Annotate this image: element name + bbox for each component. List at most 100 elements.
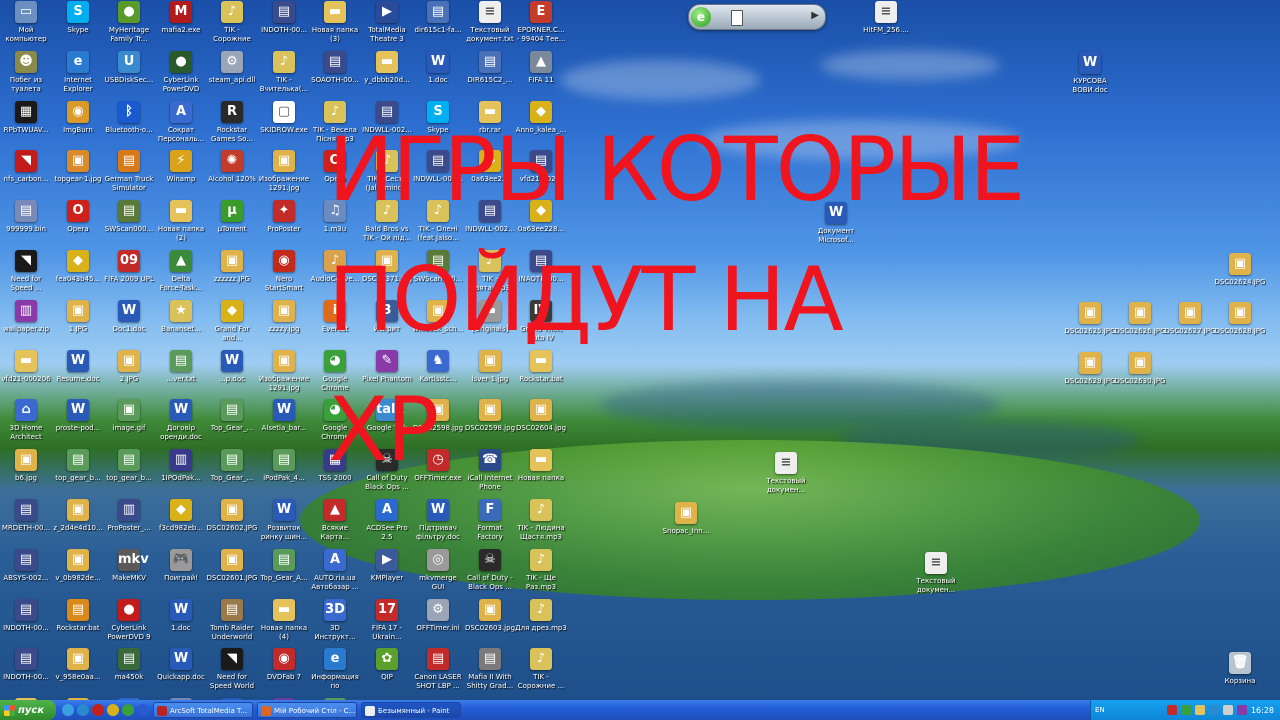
desktop-icon[interactable]: ▬ y_dbbb20d... bbox=[361, 51, 413, 99]
taskbar-task-paint[interactable]: Безымянный - Paint bbox=[361, 702, 461, 718]
desktop-icon[interactable]: ▢ SKIDROW.exe bbox=[258, 101, 310, 149]
desktop-icon[interactable]: ▣ DSC02628.JPG bbox=[1214, 302, 1266, 350]
desktop-icon[interactable]: ▤ iPodPak_4... bbox=[258, 449, 310, 497]
desktop-icon[interactable]: ▤ Tomb Raider Underworld bbox=[206, 599, 258, 647]
desktop-icon[interactable]: ◥ Need for Speed ... bbox=[0, 250, 52, 298]
desktop-icon[interactable]: ▣ Изображение 1291.jpg bbox=[258, 350, 310, 398]
desktop-icon[interactable]: ▤ dir615c1-fa... bbox=[412, 1, 464, 49]
desktop-icon[interactable]: ▣ zzzzy.jpg bbox=[258, 300, 310, 348]
desktop-icon[interactable]: ▲ Всякие Карта... bbox=[309, 499, 361, 547]
desktop-icon[interactable]: ◆ fea043b45... bbox=[52, 250, 104, 298]
desktop-icon[interactable]: ◆ Grand For and... bbox=[206, 300, 258, 348]
taskbar-task-arcsoft[interactable]: ArcSoft TotalMedia T... bbox=[153, 702, 253, 718]
desktop-icon[interactable]: ▥ ProPoster_... bbox=[103, 499, 155, 547]
desktop-icon[interactable]: ▤ ABSYS-002... bbox=[0, 549, 52, 597]
desktop-icon[interactable]: ⌂ 3D Home Architect bbox=[0, 399, 52, 447]
desktop-icon[interactable]: ● CyberLink PowerDVD 9 bbox=[103, 599, 155, 647]
desktop-icon[interactable]: ♪ TIK - Вчителька(... bbox=[258, 51, 310, 99]
desktop-icon[interactable]: ♪ TIK - Сорожние Пі... bbox=[206, 1, 258, 49]
tray-volume-icon[interactable] bbox=[1222, 705, 1233, 715]
desktop-icon[interactable]: mkv MakeMKV bbox=[103, 549, 155, 597]
folder-quicklaunch-icon[interactable] bbox=[107, 704, 119, 716]
desktop-icon[interactable]: ▤ top_gear_b... bbox=[103, 449, 155, 497]
desktop-icon[interactable]: ▤ German Truck Simulator bbox=[103, 150, 155, 198]
desktop-icon[interactable]: ● CyberLink PowerDVD bbox=[155, 51, 207, 99]
desktop-icon[interactable]: ▤ ...ver.txt bbox=[155, 350, 207, 398]
desktop-icon[interactable]: A AUTO.ria.ua Автобазар ... bbox=[309, 549, 361, 597]
desktop-icon[interactable]: ☻ Побег из туалета bbox=[0, 51, 52, 99]
desktop-icon[interactable]: ▤ INDOTH-00... bbox=[0, 648, 52, 696]
desktop-icon[interactable]: ♪ TIK - Сорожние ... bbox=[515, 648, 567, 696]
desktop-icon[interactable]: ▣ Изображение 1291.jpg bbox=[258, 150, 310, 198]
desktop-icon[interactable]: 09 FIFA 2009 UPL bbox=[103, 250, 155, 298]
desktop-icon[interactable]: ▤ SOAOTH-00... bbox=[309, 51, 361, 99]
desktop-icon[interactable]: W Договір оренди.doc bbox=[155, 399, 207, 447]
desktop-icon[interactable]: ▭ Мой компьютер bbox=[0, 1, 52, 49]
taskbar-task-my-desktop[interactable]: Мій Робочий Стіл - С... bbox=[257, 702, 357, 718]
desktop-icon[interactable]: ᛒ Bluetooth-о... bbox=[103, 101, 155, 149]
desktop-icon[interactable]: W Quickapp.doc bbox=[155, 648, 207, 696]
desktop-icon[interactable]: ≡ Текстовый документ.txt bbox=[464, 1, 516, 49]
desktop-icon[interactable]: ◉ DVDFab 7 bbox=[258, 648, 310, 696]
desktop-icon[interactable]: A Сократ Персональ... bbox=[155, 101, 207, 149]
desktop-icon[interactable]: Mmafia2.exe bbox=[155, 1, 207, 49]
clock[interactable]: 16:28 bbox=[1251, 706, 1274, 715]
desktop-icon[interactable]: ▤ Top_Gear_A... bbox=[258, 549, 310, 597]
desktop-icon[interactable]: ✦ ProPoster bbox=[258, 200, 310, 248]
desktop-icon[interactable]: ▦ RPbTWUAV... bbox=[0, 101, 52, 149]
desktop-icon[interactable]: ▶ TotalMedia Theatre 3 bbox=[361, 1, 413, 49]
desktop-icon[interactable]: W Розвиток ринку шин... bbox=[258, 499, 310, 547]
desktop-icon[interactable]: W 1.doc bbox=[155, 599, 207, 647]
desktop-icon[interactable]: ▶ KMPlayer bbox=[361, 549, 413, 597]
desktop-icon[interactable]: ⚡ Winamp bbox=[155, 150, 207, 198]
desktop-icon[interactable]: ◥ nfs_carbon... bbox=[0, 150, 52, 198]
desktop-icon[interactable]: ▣ DSC02624.JPG bbox=[1214, 253, 1266, 301]
desktop-icon[interactable]: ▣ topgear-1.jpg bbox=[52, 150, 104, 198]
desktop-icon[interactable]: ▤ Top_Gear_... bbox=[206, 449, 258, 497]
desktop[interactable]: ▭ Мой компьютер S Skype ● MyHeritage Family T… bbox=[0, 0, 1280, 700]
desktop-icon[interactable]: ≡ HitFM_256.... bbox=[860, 1, 912, 49]
desktop-icon[interactable]: ◉ ImgBurn bbox=[52, 101, 104, 149]
desktop-icon[interactable]: ▣ Snopac_Inn... bbox=[660, 502, 712, 550]
desktop-icon[interactable]: 3D 3D Инструкт... bbox=[309, 599, 361, 647]
ie-quicklaunch-icon[interactable] bbox=[62, 704, 74, 716]
desktop-icon[interactable]: ▲ FIFA 11 bbox=[515, 51, 567, 99]
chevron-right-icon[interactable]: ▶ bbox=[811, 10, 819, 21]
desktop-icon[interactable]: e Информация по активаци... bbox=[309, 648, 361, 696]
desktop-icon[interactable]: ◎ mkvmerge GUI bbox=[412, 549, 464, 597]
desktop-icon[interactable]: 🗑 Корзина bbox=[1214, 652, 1266, 700]
desktop-icon[interactable]: ▣ z_2d4e4d10... bbox=[52, 499, 104, 547]
tray-app-icon[interactable] bbox=[1166, 705, 1177, 715]
desktop-icon[interactable]: W КУРСОВА ВОВИ.doc bbox=[1064, 52, 1116, 100]
desktop-icon[interactable]: W 1.doc bbox=[412, 51, 464, 99]
desktop-icon[interactable]: ▣ v_958e0aa... bbox=[52, 648, 104, 696]
desktop-icon[interactable]: ▤ DIR615C2_... bbox=[464, 51, 516, 99]
desktop-icon[interactable]: ▣ DSC02601.JPG bbox=[206, 549, 258, 597]
desktop-icon[interactable]: S Skype bbox=[52, 1, 104, 49]
desktop-icon[interactable]: ▤ 999999.bin bbox=[0, 200, 52, 248]
desktop-icon[interactable]: ◥ Need for Speed World bbox=[206, 648, 258, 696]
desktop-icon[interactable]: W Підтривач фільтру.doc bbox=[412, 499, 464, 547]
desktop-icon[interactable]: ▣ DSC02602.JPG bbox=[206, 499, 258, 547]
desktop-icon[interactable]: ▣ image.gif bbox=[103, 399, 155, 447]
desktop-icon[interactable]: ▬ Новая папка (4) bbox=[258, 599, 310, 647]
desktop-icon[interactable]: F Format Factory bbox=[464, 499, 516, 547]
desktop-icon[interactable]: ▤ MRDETH-00... bbox=[0, 499, 52, 547]
desktop-icon[interactable]: ▤ SWScan000... bbox=[103, 200, 155, 248]
desktop-icon[interactable]: ▤ Top_Gear_... bbox=[206, 399, 258, 447]
desktop-icon[interactable]: 🎮 Поиграй! bbox=[155, 549, 207, 597]
desktop-icon[interactable]: A ACDSee Pro 2.5 bbox=[361, 499, 413, 547]
desktop-icon[interactable]: Wproste-pod... bbox=[52, 399, 104, 447]
desktop-icon[interactable]: ✺ Alcohol 120% bbox=[206, 150, 258, 198]
desktop-icon[interactable]: ☠ Call of Duty - Black Ops ... bbox=[464, 549, 516, 597]
desktop-icon[interactable]: µ µTorrent bbox=[206, 200, 258, 248]
desktop-icon[interactable]: ♪ Для дрез.mp3 bbox=[515, 599, 567, 647]
desktop-icon[interactable]: ▣ 2.JPG bbox=[103, 350, 155, 398]
desktop-icon[interactable]: W Doc1.doc bbox=[103, 300, 155, 348]
start-button[interactable]: пуск bbox=[0, 700, 56, 720]
desktop-icon[interactable]: ⚙ OFFTimer.ini bbox=[412, 599, 464, 647]
desktop-icon[interactable]: ▬ Новая папка (2) bbox=[155, 200, 207, 248]
desktop-icon[interactable]: 17 FIFA 17 - Ukrain... bbox=[361, 599, 413, 647]
desktop-icon[interactable]: ▥ 1IPOdPak... bbox=[155, 449, 207, 497]
desktop-icon[interactable]: ▬ vfd21-000206 bbox=[0, 350, 52, 398]
